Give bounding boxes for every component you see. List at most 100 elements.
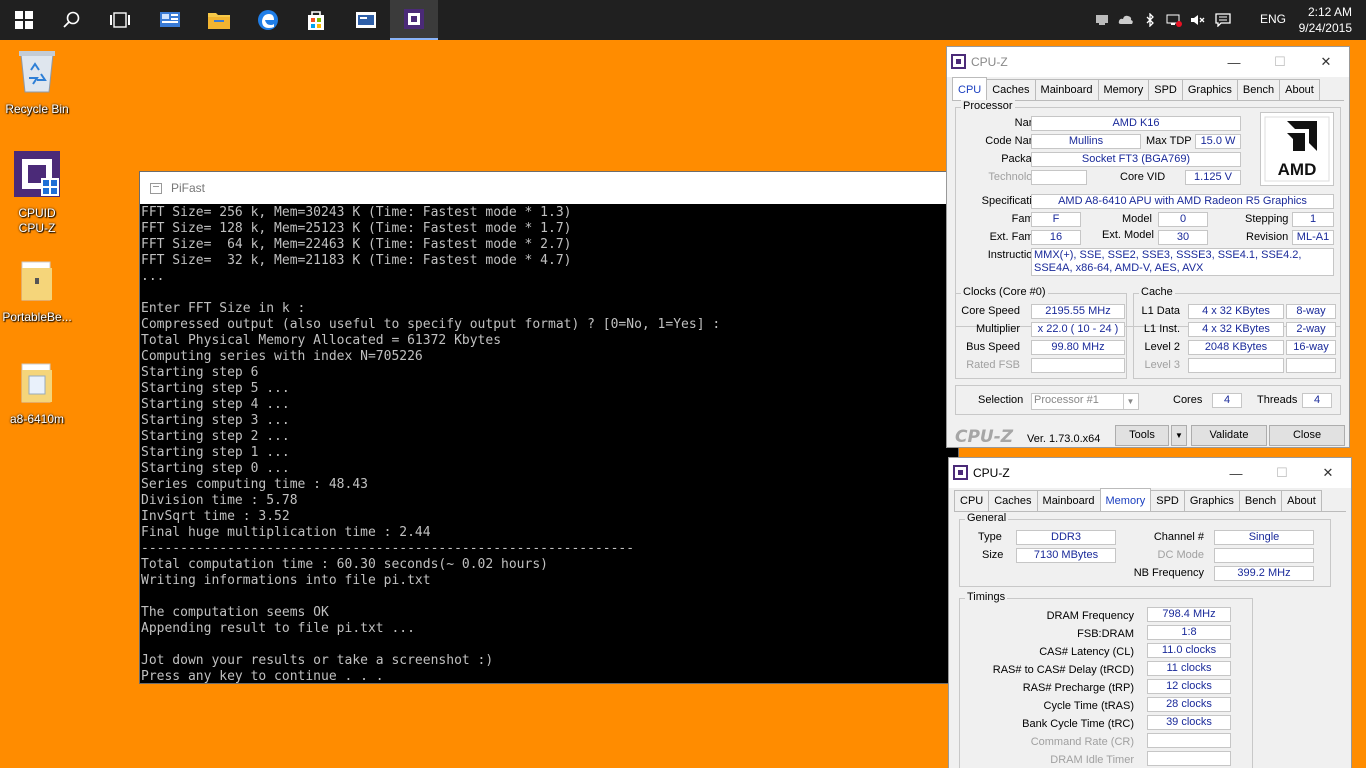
hardware-icon[interactable] bbox=[1090, 14, 1114, 26]
clocks-group-label: Clocks (Core #0) bbox=[961, 286, 1048, 298]
tab-cpu[interactable]: CPU bbox=[952, 77, 988, 100]
corespeed-label: Core Speed bbox=[961, 305, 1020, 317]
folder-icon bbox=[1, 260, 73, 306]
threads-label: Threads bbox=[1257, 394, 1298, 406]
tools-button[interactable]: Tools bbox=[1115, 425, 1169, 446]
tab-caches[interactable]: Caches bbox=[986, 79, 1036, 100]
action-center-icon[interactable] bbox=[1210, 13, 1236, 27]
chevron-down-icon: ▼ bbox=[1123, 394, 1137, 409]
task-view-icon[interactable] bbox=[96, 0, 144, 40]
pifast-titlebar[interactable]: PiFast bbox=[140, 172, 958, 204]
desktop-icon-label: a8-6410m bbox=[9, 412, 65, 426]
close-icon[interactable]: ✕ bbox=[1303, 47, 1349, 77]
language-indicator[interactable]: ENG bbox=[1260, 12, 1286, 26]
tab-bench[interactable]: Bench bbox=[1236, 79, 1281, 100]
desktop-icon-portablebe[interactable]: PortableBe... bbox=[1, 260, 73, 325]
general-group-label: General bbox=[965, 512, 1009, 524]
tab-graphics[interactable]: Graphics bbox=[1183, 490, 1240, 511]
timing-label: DRAM Idle Timer bbox=[1050, 754, 1134, 766]
desktop-icon-recycle-bin[interactable]: Recycle Bin bbox=[1, 48, 73, 117]
network-icon[interactable] bbox=[1162, 13, 1186, 27]
clocks-group: Clocks (Core #0) Core Speed 2195.55 MHz … bbox=[955, 286, 1127, 379]
taskbar: ENG 2:12 AM 9/24/2015 bbox=[0, 0, 1366, 40]
tab-about[interactable]: About bbox=[1281, 490, 1322, 511]
timing-label: CAS# Latency (CL) bbox=[1039, 646, 1134, 658]
revision-label: Revision bbox=[1246, 231, 1289, 243]
type-value: DDR3 bbox=[1016, 530, 1116, 545]
pifast-title: PiFast bbox=[171, 181, 206, 195]
l2-value: 2048 KBytes bbox=[1188, 340, 1284, 355]
busspeed-label: Bus Speed bbox=[966, 341, 1020, 353]
cpuz-window-cpu[interactable]: CPU-Z — ☐ ✕ CPU Caches Mainboard Memory … bbox=[946, 46, 1350, 448]
timing-label: Cycle Time (tRAS) bbox=[1043, 700, 1134, 712]
console-output[interactable]: FFT Size= 256 k, Mem=30243 K (Time: Fast… bbox=[140, 204, 958, 685]
clock[interactable]: 2:12 AM 9/24/2015 bbox=[1299, 4, 1352, 36]
tools-dropdown-icon[interactable]: ▼ bbox=[1171, 425, 1187, 446]
maximize-icon[interactable]: ☐ bbox=[1257, 47, 1303, 77]
tab-about[interactable]: About bbox=[1279, 79, 1320, 100]
timing-value: 39 clocks bbox=[1147, 715, 1231, 730]
windows-start-icon[interactable] bbox=[0, 0, 48, 40]
volume-muted-icon[interactable] bbox=[1186, 13, 1210, 27]
cpuz-taskbar-icon[interactable] bbox=[390, 0, 438, 40]
minimize-icon[interactable]: — bbox=[1211, 47, 1257, 77]
tab-mainboard[interactable]: Mainboard bbox=[1034, 79, 1099, 100]
tab-graphics[interactable]: Graphics bbox=[1181, 79, 1238, 100]
tab-spd[interactable]: SPD bbox=[1148, 79, 1183, 100]
tab-memory[interactable]: Memory bbox=[1097, 79, 1150, 100]
l3-label: Level 3 bbox=[1144, 359, 1180, 371]
close-button[interactable]: Close bbox=[1269, 425, 1345, 446]
timing-value: 11 clocks bbox=[1147, 661, 1231, 676]
name-value: AMD K16 bbox=[1031, 116, 1241, 131]
screen-app-icon[interactable] bbox=[342, 0, 390, 40]
cache-group-label: Cache bbox=[1139, 286, 1175, 298]
selection-value: Processor #1 bbox=[1034, 394, 1099, 406]
clock-time: 2:12 AM bbox=[1307, 5, 1352, 19]
ratedfsb-value bbox=[1031, 358, 1125, 373]
nbfreq-value: 399.2 MHz bbox=[1214, 566, 1314, 581]
l1i-way: 2-way bbox=[1286, 322, 1336, 337]
cpuz-window-memory[interactable]: CPU-Z — ☐ ✕ CPU Caches Mainboard Memory … bbox=[948, 457, 1352, 768]
timing-value: 798.4 MHz bbox=[1147, 607, 1231, 622]
minimize-icon[interactable]: — bbox=[1213, 458, 1259, 488]
store-icon[interactable] bbox=[292, 0, 340, 40]
tab-memory[interactable]: Memory bbox=[1099, 488, 1152, 511]
tab-mainboard[interactable]: Mainboard bbox=[1036, 490, 1101, 511]
threads-value: 4 bbox=[1302, 393, 1332, 408]
cpuz-app-icon bbox=[951, 54, 966, 69]
pifast-window[interactable]: PiFast FFT Size= 256 k, Mem=30243 K (Tim… bbox=[139, 171, 959, 684]
file-explorer-icon[interactable] bbox=[195, 0, 243, 40]
bluetooth-icon[interactable] bbox=[1138, 13, 1162, 27]
desktop-icon-cpuz[interactable]: CPUID CPU-Z bbox=[1, 150, 73, 236]
multiplier-label: Multiplier bbox=[975, 323, 1020, 335]
stepping-label: Stepping bbox=[1245, 213, 1289, 225]
cpuz-icon bbox=[1, 150, 73, 202]
network-app-icon[interactable] bbox=[146, 0, 194, 40]
validate-button[interactable]: Validate bbox=[1191, 425, 1267, 446]
desktop-icon-a8-6410m[interactable]: a8-6410m bbox=[1, 362, 73, 427]
timing-label: DRAM Frequency bbox=[1046, 610, 1134, 622]
tab-cpu[interactable]: CPU bbox=[954, 490, 990, 511]
selection-dropdown[interactable]: Processor #1 ▼ bbox=[1031, 393, 1139, 410]
corevid-label: Core VID bbox=[1120, 171, 1166, 183]
tab-caches[interactable]: Caches bbox=[988, 490, 1038, 511]
stepping-value: 1 bbox=[1292, 212, 1334, 227]
dcmode-value bbox=[1214, 548, 1314, 563]
processor-group-label: Processor bbox=[961, 100, 1015, 112]
model-value: 0 bbox=[1158, 212, 1208, 227]
ratedfsb-label: Rated FSB bbox=[966, 359, 1020, 371]
search-icon[interactable] bbox=[48, 0, 96, 40]
close-icon[interactable]: ✕ bbox=[1305, 458, 1351, 488]
tab-spd[interactable]: SPD bbox=[1150, 490, 1185, 511]
cloud-icon[interactable] bbox=[1114, 15, 1138, 25]
tab-bench[interactable]: Bench bbox=[1238, 490, 1283, 511]
l1d-value: 4 x 32 KBytes bbox=[1188, 304, 1284, 319]
maximize-icon[interactable]: ☐ bbox=[1259, 458, 1305, 488]
edge-icon[interactable] bbox=[244, 0, 292, 40]
type-label: Type bbox=[978, 531, 1002, 543]
cpuz-brand: CPU-Z bbox=[955, 427, 1014, 447]
console-app-icon bbox=[150, 182, 162, 194]
maxtdp-value: 15.0 W bbox=[1195, 134, 1241, 149]
timing-value bbox=[1147, 751, 1231, 766]
amd-logo-text: AMD bbox=[1278, 160, 1317, 179]
